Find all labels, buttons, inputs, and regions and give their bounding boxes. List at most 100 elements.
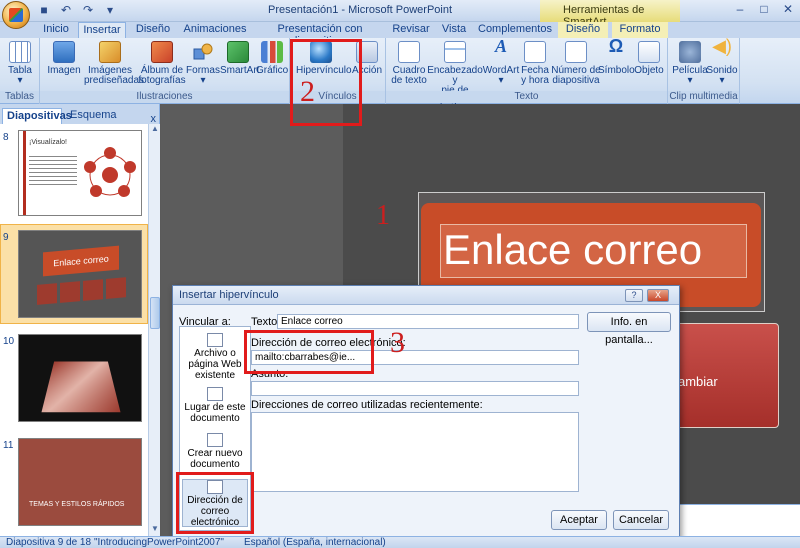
slide-thumbnails: 8 ¡Visualízalo! 9 Enlace correo 10 11 TE… [0, 124, 148, 536]
notes-pane[interactable] [680, 504, 800, 536]
speaker-icon: ◀) [712, 36, 732, 56]
tab-diapositivas[interactable]: Diapositivas [2, 108, 72, 124]
group-texto: Cuadrode texto Encabezado ypie de página… [386, 36, 668, 106]
slide-thumb-11[interactable]: TEMAS Y ESTILOS RÁPIDOS [18, 438, 142, 526]
scroll-thumb[interactable] [150, 297, 160, 329]
window-controls: – □ ✕ [728, 0, 800, 18]
group-tablas: Tabla ▾ Tablas [0, 38, 40, 104]
recent-emails-label: Direcciones de correo utilizadas recient… [251, 399, 483, 411]
thumb-matrix [41, 361, 121, 413]
link-place-in-document[interactable]: Lugar de este documento [182, 387, 248, 424]
slide-number-button[interactable]: Número de diapositiva [548, 41, 604, 86]
thumb-text-lines [29, 153, 77, 185]
slide-number: 11 [3, 440, 14, 451]
close-button[interactable]: ✕ [776, 0, 800, 18]
tab-complementos[interactable]: Complementos [478, 22, 552, 38]
date-time-icon [524, 41, 546, 63]
undo-icon[interactable]: ↶ [58, 3, 74, 17]
tab-animaciones[interactable]: Animaciones [180, 22, 250, 38]
ribbon: Tabla ▾ Tablas Imagen Imágenes prediseñada… [0, 36, 800, 106]
office-button[interactable] [2, 1, 30, 29]
ok-button[interactable]: Aceptar [551, 510, 607, 530]
tab-insertar[interactable]: Insertar [78, 22, 126, 39]
minimize-button[interactable]: – [728, 0, 752, 18]
smartart-button[interactable]: SmartArt [220, 41, 259, 76]
object-icon [638, 41, 660, 63]
slide-number: 8 [3, 132, 9, 143]
group-label-texto: Texto [386, 91, 667, 103]
object-button[interactable]: Objeto [632, 41, 666, 76]
thumbnails-scrollbar[interactable]: ▲ ▼ [148, 124, 160, 536]
help-button[interactable]: ? [625, 289, 643, 302]
wordart-button[interactable]: A WordArt ▾ [482, 36, 520, 86]
quick-access-toolbar: ■ ↶ ↷ ▾ [36, 3, 118, 17]
status-slide: Diapositiva 9 de 18 [6, 537, 92, 548]
movie-button[interactable]: Película ▾ [672, 41, 708, 86]
slide-thumb-8[interactable]: ¡Visualízalo! [18, 130, 142, 216]
sound-button[interactable]: ◀) Sonido ▾ [706, 36, 738, 86]
annotation-number-3: 3 [390, 326, 405, 359]
photo-album-button[interactable]: Álbum de fotografías [138, 41, 186, 86]
status-bar: Diapositiva 9 de 18 "IntroducingPowerPoi… [0, 536, 800, 548]
tab-vista[interactable]: Vista [438, 22, 470, 38]
dialog-title: Insertar hipervínculo [173, 286, 679, 305]
chart-icon [261, 41, 283, 63]
thumb-title: Enlace correo [43, 245, 119, 277]
tab-diseno[interactable]: Diseño [132, 22, 174, 38]
thumb-heading: TEMAS Y ESTILOS RÁPIDOS [29, 501, 125, 508]
display-text-input[interactable]: Enlace correo [277, 314, 579, 329]
save-icon[interactable]: ■ [36, 3, 52, 17]
thumb-heading: ¡Visualízalo! [29, 139, 68, 146]
dialog-close-button[interactable]: X [647, 289, 669, 302]
group-label-clip: Clip multimedia [668, 91, 739, 103]
context-title: Herramientas de SmartArt [540, 0, 680, 28]
table-icon [9, 41, 31, 63]
pane-tabs: Diapositivas Esquema x [0, 108, 160, 125]
subject-input[interactable] [251, 381, 579, 396]
omega-symbol-icon: Ω [608, 36, 624, 56]
clipart-button[interactable]: Imágenes prediseñadas [84, 41, 144, 86]
ribbon-tabs: Inicio Insertar Diseño Animaciones Prese… [0, 22, 800, 47]
date-time-button[interactable]: Fecha y hora [520, 41, 550, 86]
chart-button[interactable]: Gráfico [256, 41, 288, 76]
scroll-down-icon[interactable]: ▼ [149, 524, 161, 536]
tab-esquema[interactable]: Esquema [66, 108, 118, 124]
tab-inicio[interactable]: Inicio [38, 22, 74, 38]
cancel-button[interactable]: Cancelar [613, 510, 669, 530]
table-button[interactable]: Tabla ▾ [6, 41, 34, 86]
link-existing-file[interactable]: Archivo o página Web existente [182, 333, 248, 381]
image-button[interactable]: Imagen [46, 41, 82, 76]
slide-number: 10 [3, 336, 15, 347]
tab-presentacion[interactable]: Presentación con diapositivas [255, 22, 385, 47]
slide-number: 9 [3, 232, 9, 243]
slide-thumb-10[interactable] [18, 334, 142, 422]
thumb-blocks [37, 277, 127, 305]
recent-emails-list[interactable] [251, 412, 579, 492]
symbol-button[interactable]: Ω Símbolo [598, 36, 635, 76]
window-title: Presentación1 - Microsoft PowerPoint [268, 4, 453, 16]
header-footer-icon [444, 41, 466, 63]
shapes-button[interactable]: Formas ▾ [186, 41, 220, 86]
slide-title: Enlace correo [443, 226, 703, 273]
redo-icon[interactable]: ↷ [80, 3, 96, 17]
textbox-button[interactable]: Cuadro de texto [390, 41, 428, 86]
link-new-document[interactable]: Crear nuevo documento [182, 433, 248, 470]
tab-revisar[interactable]: Revisar [390, 22, 432, 38]
tab-diseno-smartart[interactable]: Diseño [558, 22, 608, 38]
wordart-icon: A [494, 36, 507, 56]
textbox-icon [398, 41, 420, 63]
maximize-button[interactable]: □ [752, 0, 776, 18]
shapes-svg [193, 43, 213, 60]
new-document-icon [207, 433, 223, 447]
title-bar: ■ ↶ ↷ ▾ Presentación1 - Microsoft PowerP… [0, 0, 800, 29]
slide-number-icon [565, 41, 587, 63]
document-place-icon [207, 387, 223, 401]
screentip-button[interactable]: Info. en pantalla... [587, 312, 671, 346]
slides-pane: Diapositivas Esquema x 8 ¡Visualízalo! 9… [0, 104, 160, 536]
slide-thumb-9[interactable]: Enlace correo [18, 230, 142, 318]
scroll-up-icon[interactable]: ▲ [149, 124, 161, 136]
customize-qat-icon[interactable]: ▾ [102, 3, 118, 17]
group-clip: Película ▾ ◀) Sonido ▾ Clip multimedia [668, 36, 740, 104]
text-label: Texto: [251, 316, 281, 328]
group-label-tablas: Tablas [0, 91, 39, 103]
